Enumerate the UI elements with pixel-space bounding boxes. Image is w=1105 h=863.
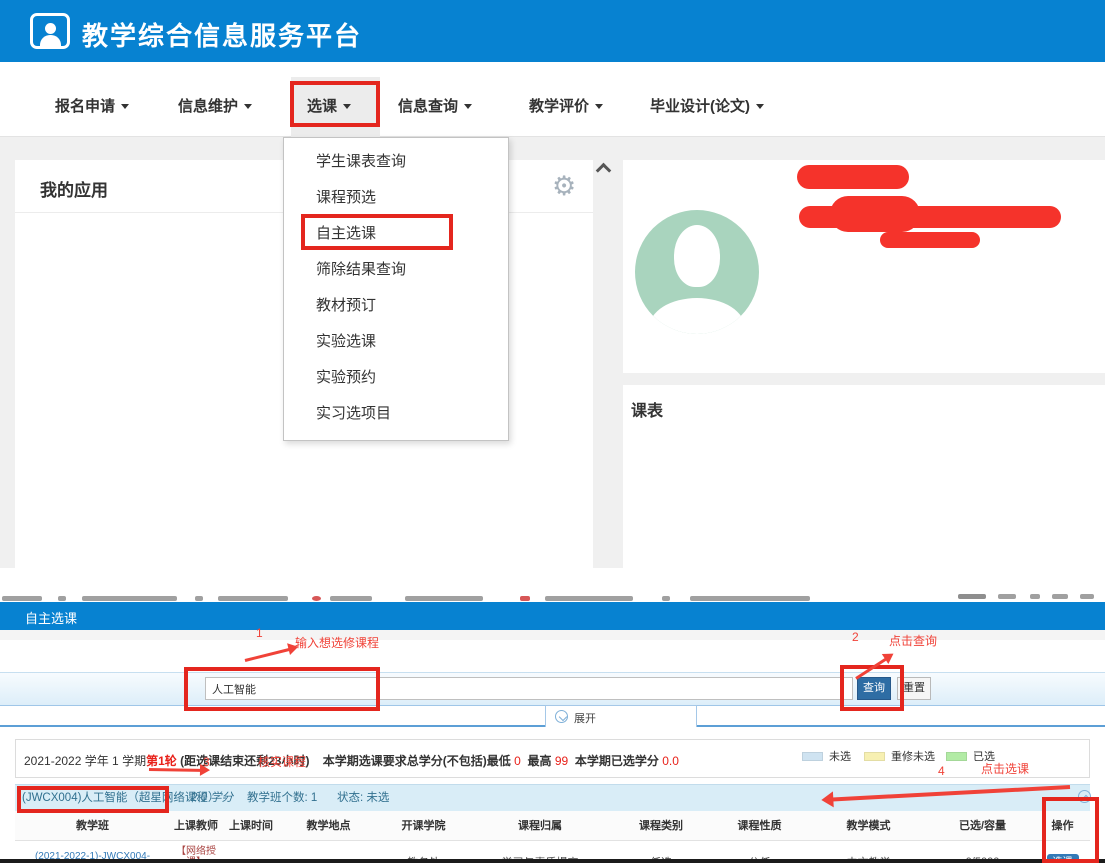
profile-card: [623, 160, 1105, 373]
highlight-box-action-column: [1042, 797, 1099, 863]
col-type: 课程类别: [610, 811, 712, 840]
menu-item-lab-reserve[interactable]: 实验预约: [284, 360, 508, 396]
highlight-box-search-input: [184, 667, 380, 711]
expand-label: 展开: [574, 710, 596, 726]
nav-item-teach-eval[interactable]: 教学评价: [529, 92, 603, 122]
nav-item-graduation[interactable]: 毕业设计(论文): [650, 92, 764, 122]
gear-icon[interactable]: ⚙: [552, 173, 576, 200]
col-mode: 教学模式: [807, 811, 930, 840]
legend-swatch-unselected: [802, 752, 823, 761]
annotation-arrow-1: [245, 648, 290, 662]
platform-logo-icon: [30, 13, 70, 49]
col-class: 教学班: [15, 811, 170, 840]
annotation-step1-label: 输入想选修课程: [295, 634, 379, 651]
menu-item-internship[interactable]: 实习选项目: [284, 396, 508, 432]
annotation-step2-label: 点击查询: [889, 632, 937, 649]
col-nature: 课程性质: [712, 811, 807, 840]
highlight-box-query-button: [840, 665, 904, 711]
caret-down-icon: [756, 104, 764, 109]
menu-item-student-schedule[interactable]: 学生课表查询: [284, 144, 508, 180]
annotation-step2-number: 2: [852, 630, 859, 644]
col-college: 开课学院: [377, 811, 470, 840]
my-apps-title: 我的应用: [40, 176, 108, 201]
caret-down-icon: [121, 104, 129, 109]
timetable-card: 课表: [623, 385, 1105, 568]
avatar: [635, 210, 759, 334]
window-bottom-edge: [0, 859, 1105, 863]
menu-item-textbook-order[interactable]: 教材预订: [284, 288, 508, 324]
class-count: 教学班个数: 1: [247, 785, 317, 812]
menu-item-filter-result[interactable]: 筛除结果查询: [284, 252, 508, 288]
subpage-title-bar: [0, 602, 1105, 630]
favicon-icon: [520, 596, 530, 601]
highlight-box-self-select: [301, 214, 453, 250]
round-info-box: 2021-2022 学年 1 学期第1轮 (距选课结束还剩23小时) 本学期选课…: [15, 739, 1090, 778]
legend-swatch-selected: [946, 752, 967, 761]
nav-item-info-maintain[interactable]: 信息维护: [178, 92, 252, 122]
timetable-title: 课表: [631, 397, 663, 421]
round-info-text: 2021-2022 学年 1 学期第1轮 (距选课结束还剩23小时) 本学期选课…: [24, 752, 679, 769]
status-legend: 未选 重修未选 已选: [802, 748, 995, 764]
nav-item-application[interactable]: 报名申请: [55, 92, 129, 122]
subpage-title: 自主选课: [25, 608, 77, 627]
expand-toggle[interactable]: 展开: [545, 705, 697, 727]
table-header-row: 教学班 上课教师 上课时间 教学地点 开课学院 课程归属 课程类别 课程性质 教…: [15, 811, 1090, 840]
circle-chevron-down-icon: [555, 710, 568, 723]
col-belong: 课程归属: [470, 811, 610, 840]
menu-item-lab-select[interactable]: 实验选课: [284, 324, 508, 360]
redaction-scribble: [799, 206, 1061, 228]
col-time: 上课时间: [222, 811, 280, 840]
redaction-scribble: [880, 232, 980, 248]
annotation-step4-label: 点击选课: [981, 760, 1029, 777]
legend-swatch-retake: [864, 752, 885, 761]
screenshot-root: 教学综合信息服务平台 报名申请 信息维护 选课 信息查询 教学评价 毕业设计(论…: [0, 0, 1105, 863]
col-teacher: 上课教师: [170, 811, 222, 840]
subpage-strip: [0, 630, 1105, 640]
course-credits: 2.0 学分: [191, 785, 233, 812]
course-status: 状态: 未选: [337, 785, 389, 812]
class-table: 教学班 上课教师 上课时间 教学地点 开课学院 课程归属 课程类别 课程性质 教…: [15, 811, 1090, 863]
caret-down-icon: [464, 104, 472, 109]
highlight-box-course-band: [17, 786, 169, 813]
menu-item-course-preselect[interactable]: 课程预选: [284, 180, 508, 216]
nav-item-info-query[interactable]: 信息查询: [398, 92, 472, 122]
app-title: 教学综合信息服务平台: [82, 16, 362, 53]
favicon-icon: [312, 596, 321, 601]
col-capacity: 已选/容量: [930, 811, 1035, 840]
app-header: 教学综合信息服务平台: [0, 0, 1105, 62]
annotation-step4-number: 4: [938, 764, 945, 778]
highlight-box-nav-course-select: [290, 81, 380, 127]
annotation-step3-label: 核实课程: [258, 753, 306, 770]
caret-down-icon: [595, 104, 603, 109]
annotation-step1-number: 1: [256, 626, 263, 640]
caret-down-icon: [244, 104, 252, 109]
redaction-scribble: [797, 165, 909, 189]
course-select-dropdown: 学生课表查询 课程预选 自主选课 筛除结果查询 教材预订 实验选课 实验预约 实…: [283, 137, 509, 441]
course-band[interactable]: (JWCX004)人工智能（超星网络课程） - 2.0 学分 教学班个数: 1 …: [15, 784, 1090, 811]
col-place: 教学地点: [280, 811, 377, 840]
